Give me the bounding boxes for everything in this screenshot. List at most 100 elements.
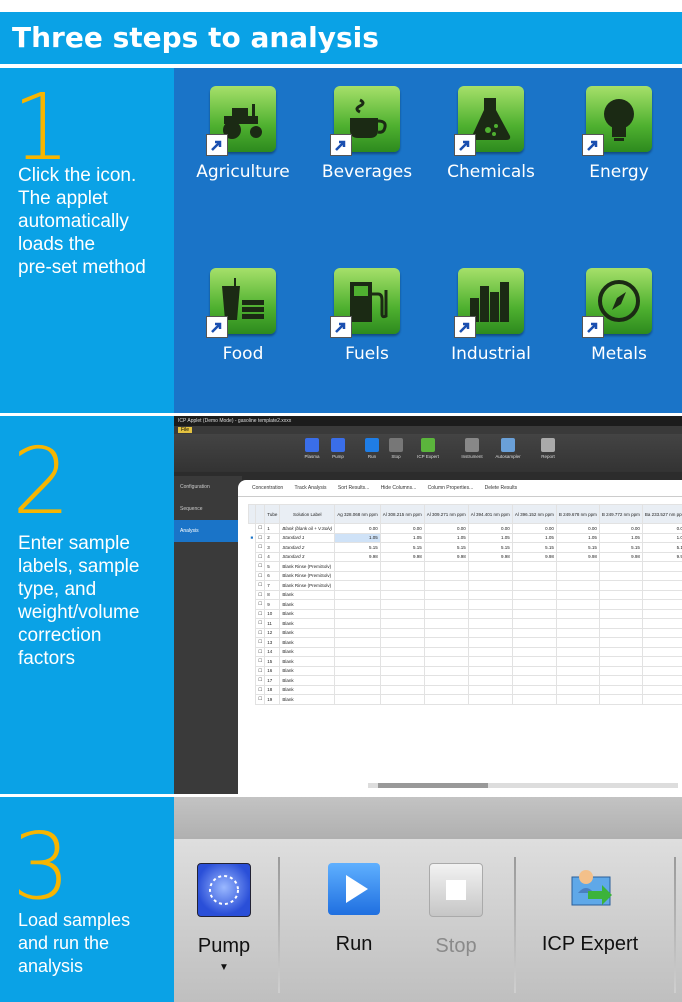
row-checkbox[interactable]: ☐ <box>255 637 266 648</box>
value-cell[interactable] <box>379 684 425 695</box>
column-header[interactable]: Solution Label <box>279 504 336 524</box>
value-cell[interactable] <box>379 656 425 667</box>
value-cell[interactable] <box>511 646 557 657</box>
value-cell[interactable] <box>334 570 381 581</box>
solution-label-cell[interactable]: Blank <box>279 618 336 629</box>
value-cell[interactable] <box>423 665 469 676</box>
value-cell[interactable] <box>555 589 600 600</box>
tube-cell[interactable]: 6 <box>264 570 281 581</box>
app-industrial[interactable]: Industrial <box>431 268 551 364</box>
value-cell[interactable] <box>334 599 381 610</box>
concentration-dropdown[interactable]: Concentration <box>252 485 283 491</box>
table-row[interactable]: ☐ 16 Blank <box>249 665 682 676</box>
row-checkbox[interactable]: ☐ <box>255 551 266 562</box>
value-cell[interactable] <box>379 665 425 676</box>
tube-cell[interactable]: 18 <box>264 684 281 695</box>
value-cell[interactable] <box>334 646 381 657</box>
value-cell[interactable]: 9.98 <box>467 551 513 562</box>
column-header[interactable]: B 249.772 nm ppm <box>598 504 643 524</box>
row-checkbox[interactable]: ☐ <box>255 665 266 676</box>
value-cell[interactable] <box>511 675 557 686</box>
table-row[interactable]: ☐ 17 Blank <box>249 675 682 686</box>
value-cell[interactable] <box>467 599 513 610</box>
value-cell[interactable]: 5.15 <box>334 542 381 553</box>
value-cell[interactable] <box>641 589 682 600</box>
value-cell[interactable] <box>555 665 600 676</box>
tube-cell[interactable]: 2 <box>264 532 281 543</box>
row-checkbox[interactable]: ☐ <box>255 589 266 600</box>
table-row[interactable]: ☐ 10 Blank <box>249 608 682 619</box>
pump-button[interactable]: Pump ▼ <box>192 863 256 973</box>
value-cell[interactable] <box>511 684 557 695</box>
value-cell[interactable]: 1.05 <box>334 532 381 543</box>
value-cell[interactable] <box>334 627 381 638</box>
track-analysis-button[interactable]: Track Analysis <box>294 485 326 491</box>
table-row[interactable]: ☐ 14 Blank <box>249 646 682 657</box>
row-checkbox[interactable]: ☐ <box>255 599 266 610</box>
column-header[interactable]: Al 308.215 nm ppm <box>379 504 425 524</box>
value-cell[interactable] <box>511 618 557 629</box>
value-cell[interactable] <box>467 627 513 638</box>
nav-analysis[interactable]: Analysis <box>174 520 242 542</box>
value-cell[interactable] <box>598 637 643 648</box>
value-cell[interactable] <box>423 694 469 705</box>
solution-label-cell[interactable]: Blank Rinse (PremiSolv) <box>279 561 336 572</box>
table-row[interactable]: ☐ 18 Blank <box>249 684 682 695</box>
value-cell[interactable] <box>598 665 643 676</box>
tube-cell[interactable]: 10 <box>264 608 281 619</box>
tube-cell[interactable]: 17 <box>264 675 281 686</box>
column-header[interactable]: Tube <box>264 504 281 524</box>
value-cell[interactable]: 5.15 <box>555 542 600 553</box>
app-chemicals[interactable]: Chemicals <box>431 86 551 182</box>
value-cell[interactable] <box>423 675 469 686</box>
value-cell[interactable] <box>511 665 557 676</box>
solution-label-cell[interactable]: Blank <box>279 627 336 638</box>
icp-expert-button[interactable]: ICP Expert <box>414 438 442 459</box>
value-cell[interactable] <box>555 646 600 657</box>
table-row[interactable]: ☐ 1 Blank (blank oil + V.Solv) 0.00 0.00 0.00… <box>249 523 682 534</box>
value-cell[interactable]: 0.00 <box>423 523 469 534</box>
value-cell[interactable] <box>555 561 600 572</box>
tube-cell[interactable]: 11 <box>264 618 281 629</box>
value-cell[interactable] <box>511 656 557 667</box>
value-cell[interactable] <box>423 589 469 600</box>
value-cell[interactable] <box>511 599 557 610</box>
value-cell[interactable]: 5.15 <box>641 542 682 553</box>
row-checkbox[interactable]: ☐ <box>255 532 266 543</box>
value-cell[interactable]: 0.00 <box>467 523 513 534</box>
value-cell[interactable] <box>598 561 643 572</box>
tube-cell[interactable]: 8 <box>264 589 281 600</box>
value-cell[interactable] <box>467 694 513 705</box>
solution-label-cell[interactable]: Blank <box>279 608 336 619</box>
row-checkbox[interactable]: ☐ <box>255 656 266 667</box>
value-cell[interactable] <box>423 656 469 667</box>
value-cell[interactable]: 1.05 <box>598 532 643 543</box>
column-header[interactable]: Al 394.401 nm ppm <box>467 504 513 524</box>
value-cell[interactable] <box>511 637 557 648</box>
value-cell[interactable] <box>423 570 469 581</box>
value-cell[interactable] <box>598 599 643 610</box>
value-cell[interactable] <box>423 618 469 629</box>
value-cell[interactable] <box>467 589 513 600</box>
row-checkbox[interactable]: ☐ <box>255 627 266 638</box>
table-row[interactable]: ☐ 19 Blank <box>249 694 682 705</box>
value-cell[interactable] <box>598 684 643 695</box>
value-cell[interactable]: 5.15 <box>379 542 425 553</box>
column-header[interactable]: Al 396.152 nm ppm <box>511 504 557 524</box>
delete-results-button[interactable]: Delete Results <box>485 485 518 491</box>
value-cell[interactable] <box>379 637 425 648</box>
value-cell[interactable] <box>511 570 557 581</box>
row-checkbox[interactable]: ☐ <box>255 608 266 619</box>
value-cell[interactable] <box>379 589 425 600</box>
autosampler-button[interactable]: Autosampler <box>494 438 522 459</box>
value-cell[interactable] <box>334 589 381 600</box>
value-cell[interactable]: 9.98 <box>423 551 469 562</box>
value-cell[interactable] <box>598 656 643 667</box>
value-cell[interactable]: 5.15 <box>423 542 469 553</box>
value-cell[interactable] <box>641 675 682 686</box>
select-all-checkbox[interactable] <box>247 504 257 524</box>
tube-cell[interactable]: 14 <box>264 646 281 657</box>
value-cell[interactable]: 1.05 <box>379 532 425 543</box>
value-cell[interactable] <box>555 570 600 581</box>
column-header[interactable]: Al 309.271 nm ppm <box>423 504 469 524</box>
